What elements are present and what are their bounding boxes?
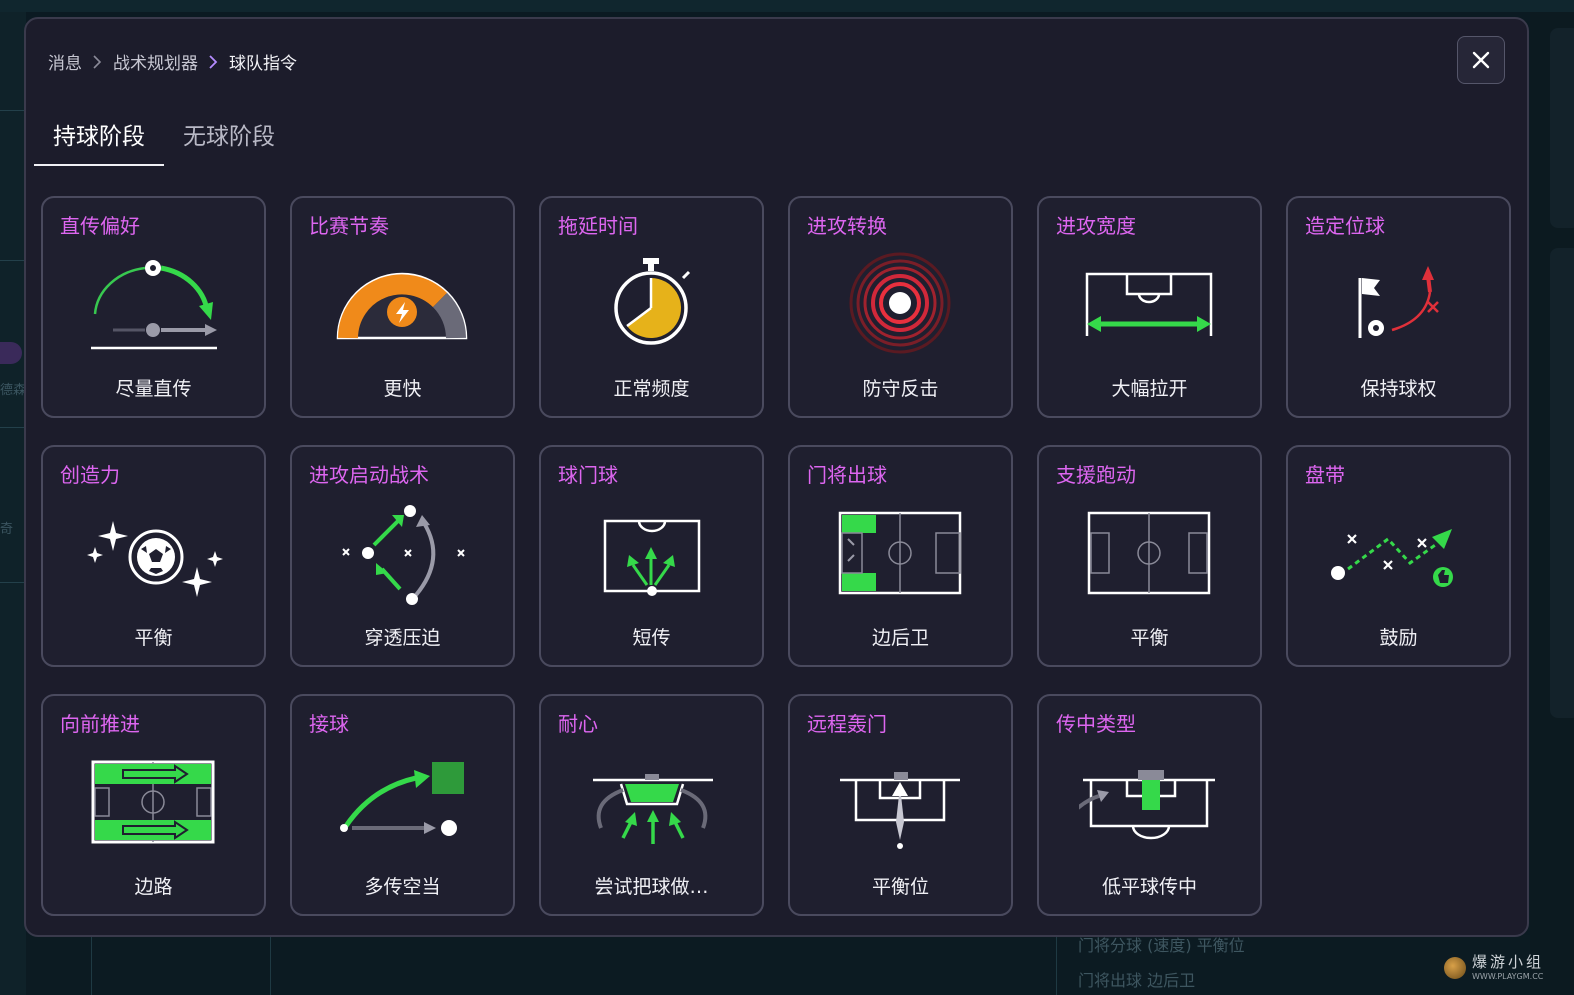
background-left-panel: 德森 奇 — [0, 12, 26, 995]
tempo-gauge-icon — [336, 272, 468, 340]
instruction-card-gk-distribution[interactable]: 门将出球 边后卫 — [788, 445, 1013, 667]
pass-into-space-icon — [340, 762, 464, 836]
background-left-text: 奇 — [0, 522, 14, 537]
tab-out-of-possession[interactable]: 无球阶段 — [164, 111, 294, 166]
instruction-card-passing-directness[interactable]: 直传偏好 尽量直传 — [41, 196, 266, 418]
card-title: 盘带 — [1305, 463, 1345, 487]
card-title: 耐心 — [558, 712, 598, 736]
close-icon — [1472, 51, 1490, 69]
breadcrumb-item-tactics-planner[interactable]: 战术规划器 — [113, 49, 198, 74]
instruction-card-patience[interactable]: 耐心 尝试把球做… — [539, 694, 764, 916]
card-value: 更快 — [383, 378, 422, 400]
card-value: 尝试把球做… — [594, 876, 709, 898]
instruction-card-progress[interactable]: 向前推进 边路 — [41, 694, 266, 916]
team-instructions-modal: 消息 战术规划器 球队指令 持球阶段 无球阶段 直传偏好 尽量直传 比赛节奏 更… — [24, 17, 1529, 937]
watermark-logo-icon — [1444, 957, 1466, 979]
card-value: 短传 — [632, 627, 671, 649]
card-value: 低平球传中 — [1101, 876, 1197, 898]
card-title: 支援跑动 — [1056, 463, 1136, 487]
watermark-title: 爆游小组 — [1472, 953, 1545, 971]
chevron-right-icon — [209, 54, 218, 69]
support-runs-icon — [1087, 511, 1211, 595]
counter-target-icon — [849, 252, 951, 354]
card-title: 造定位球 — [1305, 214, 1385, 238]
card-value: 鼓励 — [1379, 627, 1418, 649]
card-value: 边路 — [134, 876, 173, 898]
close-button[interactable] — [1457, 36, 1505, 84]
patience-box-icon — [593, 774, 713, 844]
card-title: 远程轰门 — [807, 712, 887, 736]
instruction-card-attacking-width[interactable]: 进攻宽度 大幅拉开 — [1037, 196, 1262, 418]
card-value: 防守反击 — [862, 378, 939, 400]
goal-kick-icon — [603, 519, 701, 596]
watermark-url: WWW.PLAYGM.CC — [1472, 972, 1544, 981]
instruction-card-support-runs[interactable]: 支援跑动 平衡 — [1037, 445, 1262, 667]
instruction-card-transition[interactable]: 进攻转换 防守反击 — [788, 196, 1013, 418]
instruction-card-time-wasting[interactable]: 拖延时间 正常频度 — [539, 196, 764, 418]
card-title: 门将出球 — [807, 463, 887, 487]
instruction-card-goal-kicks[interactable]: 球门球 短传 — [539, 445, 764, 667]
instruction-card-tempo[interactable]: 比赛节奏 更快 — [290, 196, 515, 418]
card-value: 平衡 — [1130, 627, 1169, 649]
instruction-card-dribbling[interactable]: 盘带 鼓励 — [1286, 445, 1511, 667]
corner-flag-icon — [1358, 266, 1439, 338]
card-title: 进攻转换 — [807, 214, 887, 238]
instruction-card-set-pieces[interactable]: 造定位球 保持球权 — [1286, 196, 1511, 418]
instruction-card-creativity[interactable]: 创造力 平衡 — [41, 445, 266, 667]
card-title: 接球 — [309, 712, 349, 736]
dribble-icon — [1331, 529, 1453, 587]
chevron-right-icon — [93, 54, 102, 69]
background-top-bar — [0, 0, 1574, 12]
breadcrumb-item-messages[interactable]: 消息 — [48, 49, 82, 74]
instruction-card-crossing[interactable]: 传中类型 低平球传中 — [1037, 694, 1262, 916]
through-pass-icon — [91, 260, 217, 350]
card-title: 比赛节奏 — [309, 214, 389, 238]
background-bottom-list: 门将分球 (速度) 平衡位 门将出球 边后卫 — [26, 935, 1530, 995]
card-value: 边后卫 — [871, 627, 929, 649]
press-break-icon — [342, 505, 465, 605]
card-value: 平衡位 — [871, 876, 929, 898]
long-shot-icon — [840, 772, 960, 849]
card-title: 拖延时间 — [558, 214, 638, 238]
card-value: 尽量直传 — [115, 378, 192, 400]
card-value: 平衡 — [134, 627, 173, 649]
instruction-card-long-shots[interactable]: 远程轰门 平衡位 — [788, 694, 1013, 916]
breadcrumb: 消息 战术规划器 球队指令 — [48, 49, 297, 74]
progress-flanks-icon — [91, 760, 215, 844]
sparkle-ball-icon — [87, 521, 223, 597]
phase-tabs: 持球阶段 无球阶段 — [34, 111, 294, 166]
card-title: 向前推进 — [60, 712, 140, 736]
card-title: 进攻宽度 — [1056, 214, 1136, 238]
card-value: 大幅拉开 — [1111, 378, 1188, 400]
gk-distribution-icon — [838, 511, 962, 595]
background-right-panel — [1530, 12, 1574, 995]
card-title: 直传偏好 — [60, 214, 140, 238]
pitch-width-icon — [1085, 272, 1213, 336]
card-value: 保持球权 — [1360, 378, 1437, 400]
watermark: 爆游小组 WWW.PLAYGM.CC — [1444, 955, 1544, 981]
breadcrumb-item-team-instructions: 球队指令 — [229, 54, 297, 74]
low-cross-icon — [1079, 770, 1215, 840]
instruction-card-build-up[interactable]: 进攻启动战术 穿透压迫 — [290, 445, 515, 667]
instruction-card-receiving[interactable]: 接球 多传空当 — [290, 694, 515, 916]
card-title: 创造力 — [60, 463, 120, 487]
card-value: 穿透压迫 — [364, 627, 441, 649]
stopwatch-icon — [614, 258, 691, 345]
background-row-text: 门将出球 边后卫 — [1078, 971, 1196, 990]
card-value: 正常频度 — [613, 378, 690, 400]
background-left-text: 德森 — [0, 383, 27, 398]
tab-in-possession[interactable]: 持球阶段 — [34, 111, 164, 166]
card-title: 球门球 — [558, 463, 618, 487]
card-title: 进攻启动战术 — [309, 463, 429, 487]
card-title: 传中类型 — [1056, 712, 1136, 736]
card-value: 多传空当 — [364, 876, 441, 898]
